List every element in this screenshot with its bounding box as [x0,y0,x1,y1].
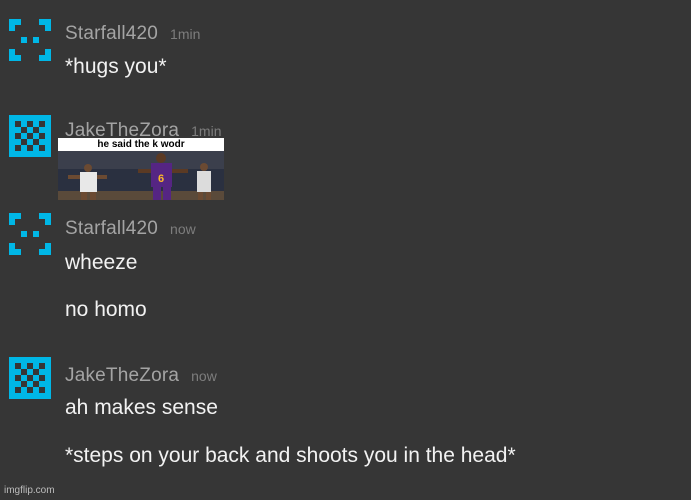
jersey-number: 6 [158,173,164,185]
message-header: Starfall420 1min [65,23,200,45]
username[interactable]: Starfall420 [65,218,158,239]
username[interactable]: Starfall420 [65,23,158,44]
image-attachment[interactable]: he said the k wodr 6 [58,138,224,200]
message-text: ah makes sense [65,396,218,419]
message-text: *hugs you* [65,55,167,78]
checker-pattern-avatar-icon[interactable] [9,115,51,157]
username[interactable]: JakeTheZora [65,365,179,386]
timestamp: 1min [170,26,201,42]
message-header: Starfall420 now [65,218,196,240]
message-text: *steps on your back and shoots you in th… [65,444,516,467]
message-text: no homo [65,298,147,321]
message-header: JakeTheZora now [65,365,217,387]
x-pattern-avatar-icon[interactable] [9,213,51,255]
timestamp: now [170,221,196,237]
x-pattern-avatar-icon[interactable] [9,19,51,61]
timestamp: now [191,368,217,384]
timestamp: 1min [191,123,222,139]
message-text: wheeze [65,251,138,274]
image-caption: he said the k wodr [58,138,224,151]
imgflip-watermark: imgflip.com [4,485,55,496]
checker-pattern-avatar-icon[interactable] [9,357,51,399]
basketball-scene-image: 6 [58,151,224,200]
